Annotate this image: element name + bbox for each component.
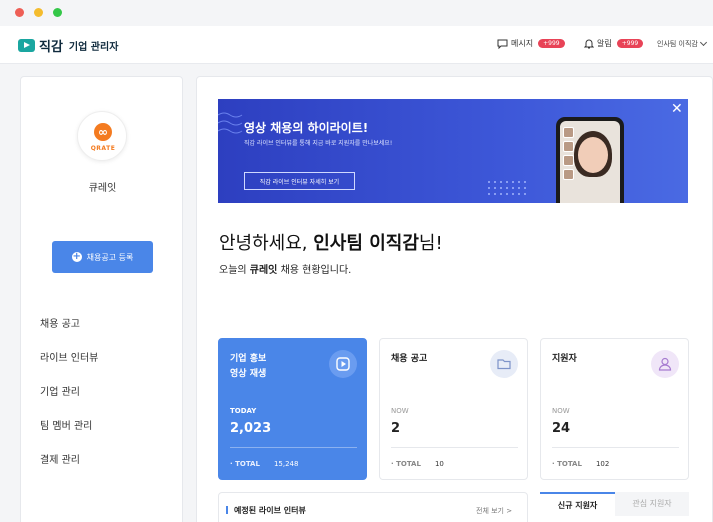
phone-illustration <box>556 117 624 203</box>
subgreeting-company: 큐레잇 <box>249 265 278 276</box>
card-title-line1: 채용 공고 <box>391 354 428 364</box>
plus-icon: + <box>71 251 82 262</box>
folder-icon <box>490 350 518 378</box>
message-icon <box>497 39 508 49</box>
card-value: 2 <box>391 421 401 436</box>
sidebar-menu: 채용 공고 라이브 인터뷰 기업 관리 팀 멤버 관리 결제 관리 <box>40 317 98 487</box>
messages-button[interactable]: 메시지 +999 <box>497 38 565 49</box>
card-title: 채용 공고 <box>391 352 427 367</box>
stat-card-video-plays[interactable]: 기업 홍보 영상 재생 TODAY 2,023 · TOTAL 15,248 <box>218 338 367 480</box>
card-title-line1: 기업 홍보 <box>230 354 267 364</box>
greeting-name: 인사팀 이직감 <box>313 233 419 254</box>
greeting-prefix: 안녕하세요, <box>219 233 314 254</box>
phone-screen <box>560 121 620 203</box>
card-total: · TOTAL 10 <box>391 460 444 468</box>
card-title-line1: 지원자 <box>552 354 577 364</box>
company-name: 큐레잇 <box>88 183 117 194</box>
card-total: · TOTAL 102 <box>552 460 609 468</box>
messages-label: 메시지 <box>511 39 534 48</box>
banner-title: 영상 채용의 하이라이트! <box>244 121 369 135</box>
thumbnail <box>563 141 574 152</box>
card-total-value: 10 <box>434 460 444 468</box>
logo-text: 직감 <box>39 40 63 55</box>
person-icon <box>651 350 679 378</box>
close-window-button[interactable] <box>15 8 24 17</box>
upcoming-interviews-panel: 예정된 라이브 인터뷰 전체 보기 > <box>218 492 528 522</box>
window-titlebar <box>0 0 713 26</box>
sidebar-item-live-interview[interactable]: 라이브 인터뷰 <box>40 351 98 385</box>
infinity-logo-icon <box>94 123 112 141</box>
card-total-label: · TOTAL <box>230 460 260 468</box>
card-period: TODAY <box>230 407 257 415</box>
card-total-label: · TOTAL <box>552 460 582 468</box>
card-value: 2,023 <box>230 421 272 436</box>
upcoming-interviews-title: 예정된 라이브 인터뷰 <box>226 505 306 516</box>
thumbnail <box>563 155 574 166</box>
banner-details-button[interactable]: 직감 라이브 인터뷰 자세히 보기 <box>244 172 355 190</box>
minimize-window-button[interactable] <box>34 8 43 17</box>
company-logo: QRATE <box>77 111 127 161</box>
wave-decoration-icon <box>218 112 243 134</box>
chevron-down-icon <box>699 38 707 47</box>
bell-icon <box>584 39 594 49</box>
view-all-link[interactable]: 전체 보기 > <box>476 506 512 516</box>
sidebar-item-billing[interactable]: 결제 관리 <box>40 453 98 487</box>
alerts-label: 알림 <box>597 39 612 48</box>
person-face <box>578 137 608 173</box>
card-total-value: 15,248 <box>273 460 299 468</box>
dashboard-main: 영상 채용의 하이라이트! 직감 라이브 인터뷰를 통해 지금 바로 지원자를 … <box>196 76 713 522</box>
messages-badge: +999 <box>538 39 565 48</box>
subgreeting-suffix: 채용 현황입니다. <box>277 265 352 276</box>
thumbnail <box>563 169 574 180</box>
maximize-window-button[interactable] <box>53 8 62 17</box>
sidebar: QRATE 큐레잇 + 채용공고 등록 채용 공고 라이브 인터뷰 기업 관리 … <box>20 76 183 522</box>
video-thumbnails <box>563 127 574 183</box>
card-total-value: 102 <box>595 460 610 468</box>
divider <box>230 447 357 448</box>
applicant-tabs: 신규 지원자 관심 지원자 <box>540 492 689 522</box>
sidebar-item-company[interactable]: 기업 관리 <box>40 385 98 419</box>
card-value: 24 <box>552 421 571 436</box>
close-icon[interactable]: ✕ <box>671 101 683 117</box>
sidebar-item-team-members[interactable]: 팀 멤버 관리 <box>40 419 98 453</box>
tab-starred-applicants[interactable]: 관심 지원자 <box>615 492 689 516</box>
greeting-suffix: 님! <box>418 233 443 254</box>
card-title: 지원자 <box>552 352 577 367</box>
card-total: · TOTAL 15,248 <box>230 460 298 468</box>
greeting-subtitle: 오늘의 큐레잇 채용 현황입니다. <box>219 261 351 276</box>
create-job-post-button[interactable]: + 채용공고 등록 <box>52 241 153 273</box>
promo-banner[interactable]: 영상 채용의 하이라이트! 직감 라이브 인터뷰를 통해 지금 바로 지원자를 … <box>218 99 688 203</box>
stat-card-job-posts[interactable]: 채용 공고 NOW 2 · TOTAL 10 <box>379 338 528 480</box>
top-navigation-bar: 직감 기업 관리자 메시지 +999 알림 +999 인사팀 이직감 <box>0 26 713 64</box>
card-title: 기업 홍보 영상 재생 <box>230 352 266 382</box>
divider <box>552 447 679 448</box>
card-period: NOW <box>552 407 570 415</box>
thumbnail <box>563 127 574 138</box>
banner-subtitle: 직감 라이브 인터뷰를 통해 지금 바로 지원자를 만나보세요! <box>244 140 393 147</box>
card-period: NOW <box>391 407 409 415</box>
card-total-label: · TOTAL <box>391 460 421 468</box>
sidebar-item-job-posts[interactable]: 채용 공고 <box>40 317 98 351</box>
stat-card-applicants[interactable]: 지원자 NOW 24 · TOTAL 102 <box>540 338 689 480</box>
create-job-post-label: 채용공고 등록 <box>86 252 134 262</box>
alerts-badge: +999 <box>616 39 644 48</box>
alerts-button[interactable]: 알림 +999 <box>584 38 644 49</box>
user-menu[interactable]: 인사팀 이직감 <box>657 38 707 49</box>
user-name: 인사팀 이직감 <box>657 40 698 48</box>
greeting-title: 안녕하세요, 인사팀 이직감님! <box>219 229 443 255</box>
company-brand: QRATE <box>90 145 116 152</box>
subgreeting-prefix: 오늘의 <box>219 265 250 276</box>
tab-new-applicants[interactable]: 신규 지원자 <box>540 492 615 516</box>
dots-decoration <box>486 179 526 197</box>
card-title-line2: 영상 재생 <box>230 369 267 379</box>
play-logo-icon <box>18 39 35 52</box>
divider <box>391 447 518 448</box>
video-play-icon <box>329 350 357 378</box>
app-logo[interactable]: 직감 기업 관리자 <box>18 36 118 55</box>
logo-subtitle: 기업 관리자 <box>68 42 119 53</box>
